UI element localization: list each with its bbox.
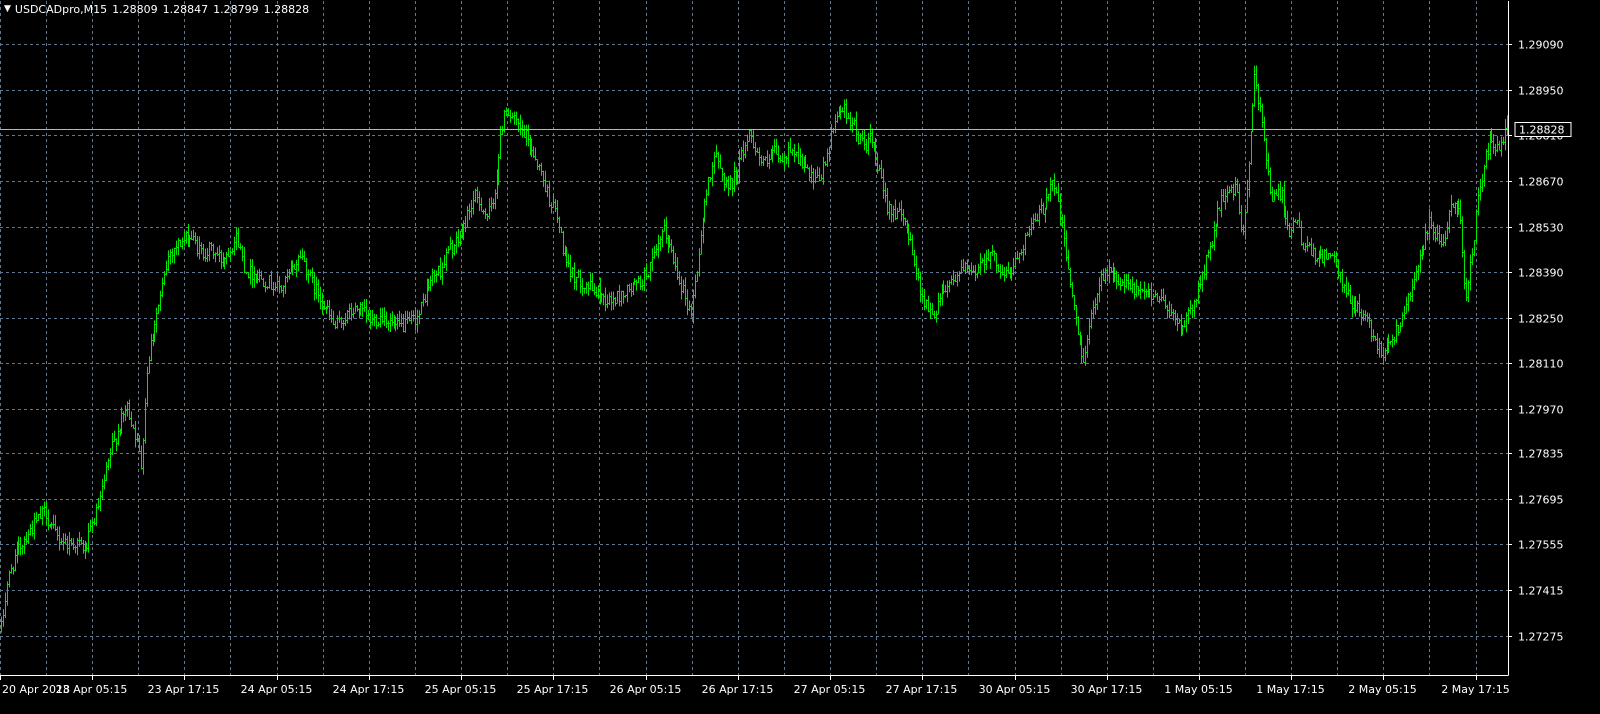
- high-price: 1.28847: [162, 2, 209, 16]
- x-tick-label: 26 Apr 05:15: [610, 683, 682, 696]
- x-tick-label: 23 Apr 17:15: [148, 683, 220, 696]
- x-tick-label: 27 Apr 17:15: [886, 683, 958, 696]
- x-tick-label: 30 Apr 05:15: [979, 683, 1051, 696]
- x-tick-label: 24 Apr 05:15: [241, 683, 313, 696]
- chart-background: [0, 0, 1600, 710]
- y-tick-label: 1.28670: [1518, 176, 1564, 189]
- y-tick-label: 1.27835: [1518, 448, 1564, 461]
- x-tick-label: 27 Apr 05:15: [794, 683, 866, 696]
- x-tick-label: 24 Apr 17:15: [333, 683, 405, 696]
- triangle-down-icon[interactable]: ▼: [4, 4, 11, 14]
- y-tick-label: 1.28110: [1518, 358, 1564, 371]
- y-tick-label: 1.28530: [1518, 222, 1564, 235]
- chart-window[interactable]: 1.290901.289501.288101.286701.285301.283…: [0, 0, 1600, 710]
- x-tick-label: 23 Apr 05:15: [56, 683, 128, 696]
- y-tick-label: 1.27555: [1518, 539, 1564, 552]
- chart-title: ▼ USDCADpro,M15 1.28809 1.28847 1.28799 …: [4, 1, 309, 17]
- y-tick-label: 1.28390: [1518, 267, 1564, 280]
- current-price-label: 1.28828: [1519, 124, 1565, 137]
- x-tick-label: 30 Apr 17:15: [1071, 683, 1143, 696]
- x-tick-label: 1 May 05:15: [1164, 683, 1232, 696]
- close-price: 1.28828: [263, 2, 310, 16]
- x-tick-label: 25 Apr 17:15: [517, 683, 589, 696]
- x-tick-label: 1 May 17:15: [1256, 683, 1324, 696]
- low-price: 1.28799: [213, 2, 259, 16]
- x-tick-label: 26 Apr 17:15: [702, 683, 774, 696]
- price-chart[interactable]: 1.290901.289501.288101.286701.285301.283…: [0, 0, 1600, 710]
- x-tick-label: 25 Apr 05:15: [425, 683, 497, 696]
- y-tick-label: 1.27695: [1518, 494, 1564, 507]
- y-tick-label: 1.28250: [1518, 313, 1564, 326]
- y-tick-label: 1.27275: [1518, 631, 1564, 644]
- y-tick-label: 1.27970: [1518, 404, 1564, 417]
- symbol-timeframe: USDCADpro,M15: [14, 2, 108, 16]
- x-tick-label: 2 May 17:15: [1441, 683, 1509, 696]
- y-tick-label: 1.29090: [1518, 39, 1564, 52]
- y-tick-label: 1.27415: [1518, 585, 1564, 598]
- x-tick-label: 2 May 05:15: [1348, 683, 1416, 696]
- open-price: 1.28809: [112, 2, 158, 16]
- y-tick-label: 1.28950: [1518, 85, 1564, 98]
